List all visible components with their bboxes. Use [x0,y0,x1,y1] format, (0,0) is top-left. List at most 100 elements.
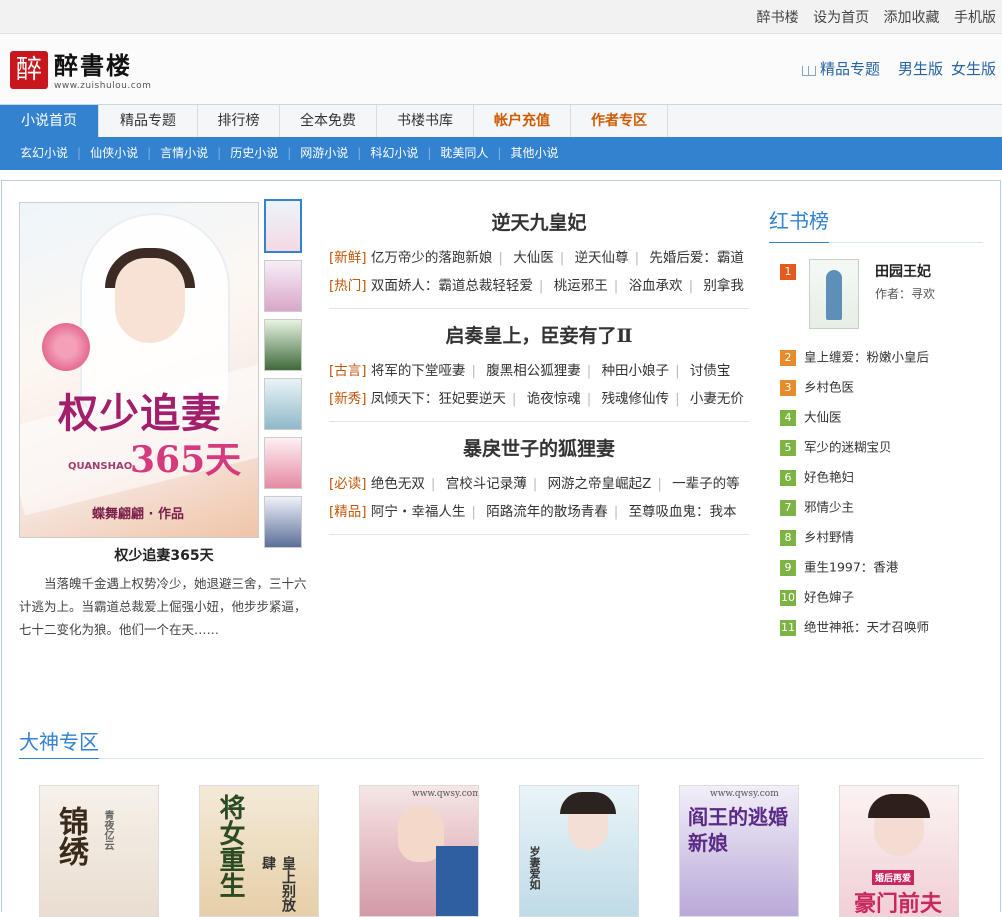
book-link[interactable]: 讨债宝 [690,363,731,379]
rank-number: 4 [780,409,796,426]
top-link-bookmark[interactable]: 添加收藏 [884,10,940,26]
book-cover[interactable]: 婚后再爱 豪门前夫 [839,785,959,917]
top-link-set-homepage[interactable]: 设为首页 [813,10,869,26]
ranking-item[interactable]: 7 邪情少主 [769,499,983,529]
ranking-item-name[interactable]: 好色婶子 [804,590,854,605]
ranking-top-author: 作者：寻欢 [875,287,936,301]
block-headline[interactable]: 暴戾世子的狐狸妻 [329,434,749,461]
ranking-item-name[interactable]: 好色艳妇 [804,470,854,485]
book-link[interactable]: 种田小娘子 [602,363,670,379]
tab-free-complete[interactable]: 全本免费 [280,105,377,137]
ranking-item-name[interactable]: 绝世神祇：天才召唤师 [804,620,929,635]
ranking-item[interactable]: 8 乡村野情 [769,529,983,559]
block-headline[interactable]: 启奏皇上，臣妾有了Ⅱ [329,321,749,348]
rank-number: 9 [780,559,796,576]
featured-title[interactable]: 权少追妻365天 [19,545,309,565]
book-link[interactable]: 网游之帝皇崛起Z [548,476,652,492]
tab-novel-home[interactable]: 小说首页 [0,105,99,137]
ranking-item[interactable]: 3 乡村色医 [769,379,983,409]
book-cover[interactable]: www.qwsy.com 阎王的逃婚新娘 [679,785,799,917]
ranking-item[interactable]: 4 大仙医 [769,409,983,439]
book-link[interactable]: 将军的下堂哑妻 [371,363,466,379]
ranking-item[interactable]: 10 好色婶子 [769,589,983,619]
book-link[interactable]: 阿宁・幸福人生 [371,504,466,520]
ranking-top-cover[interactable] [809,259,859,329]
genre-scifi[interactable]: 科幻小说 [370,137,418,169]
ranking-top-name[interactable]: 田园王妃 [875,261,931,281]
book-link[interactable]: 宫校斗记录薄 [446,476,527,492]
genre-game[interactable]: 网游小说 [300,137,348,169]
tab-special-topics[interactable]: 精品专题 [99,105,198,137]
special-topics-link[interactable]: 精品专题 [820,58,880,79]
tab-library[interactable]: 书楼书库 [377,105,474,137]
ranking-item-name[interactable]: 乡村色医 [804,380,854,395]
book-link[interactable]: 腹黑相公狐狸妻 [486,363,581,379]
ranking-item[interactable]: 5 军少的迷糊宝贝 [769,439,983,469]
thumbnail[interactable] [264,378,302,430]
block-headline[interactable]: 逆天九皇妃 [329,208,749,235]
top-link-home[interactable]: 醉书楼 [757,10,799,26]
book-link[interactable]: 别拿我 [703,278,744,294]
ranking-item-name[interactable]: 军少的迷糊宝贝 [804,440,892,455]
category-tag: [新鲜] [329,250,367,266]
ranking-item-name[interactable]: 乡村野情 [804,530,854,545]
book-cover[interactable]: 岁妻爱如 [519,785,639,917]
book-link[interactable]: 一辈子的等 [672,476,740,492]
recommend-block: 启奏皇上，臣妾有了Ⅱ [古言] 将军的下堂哑妻 | 腹黑相公狐狸妻 | 种田小娘子 |… [329,321,749,422]
thumbnail[interactable] [264,199,302,253]
genre-romance[interactable]: 言情小说 [160,137,208,169]
thumbnail[interactable] [264,260,302,312]
ranking-top-item[interactable]: 1 田园王妃 作者：寻欢 [769,259,983,335]
genre-history[interactable]: 历史小说 [230,137,278,169]
genre-danmei[interactable]: 耽美同人 [440,137,488,169]
top-link-mobile[interactable]: 手机版 [954,10,996,26]
ranking-item-name[interactable]: 皇上缠爱：粉嫩小皇后 [804,350,929,365]
book-link[interactable]: 小妻无价 [690,391,744,407]
book-link[interactable]: 凤倾天下：狂妃要逆天 [371,391,506,407]
genre-xuanhuan[interactable]: 玄幻小说 [20,137,68,169]
book-link[interactable]: 至尊吸血鬼：我本 [629,504,737,520]
book-cover-site: www.qwsy.com [710,789,779,799]
book-cover[interactable]: 锦绣 青夜亿云 [39,785,159,917]
ranking-item-name[interactable]: 大仙医 [804,410,842,425]
book-link[interactable]: 浴血承欢 [629,278,683,294]
genre-other[interactable]: 其他小说 [510,137,558,169]
book-link[interactable]: 绝色无双 [371,476,425,492]
book-cover[interactable]: 将女重生 皇上别放肆 [199,785,319,917]
book-link[interactable]: 残魂修仙传 [602,391,670,407]
book-link[interactable]: 大仙医 [513,250,554,266]
female-version-link[interactable]: 女生版 [951,58,996,79]
featured-cover-subtitle: 365天 [130,439,242,481]
book-link[interactable]: 陌路流年的散场青春 [486,504,608,520]
tab-rankings[interactable]: 排行榜 [198,105,280,137]
book-cover[interactable]: www.qwsy.com [359,785,479,917]
master-zone-header: 大神专区 [19,726,983,759]
thumbnail[interactable] [264,319,302,371]
thumbnail[interactable] [264,437,302,489]
recommend-line: [必读] 绝色无双 | 宫校斗记录薄 | 网游之帝皇崛起Z | 一辈子的等 [329,476,740,492]
tab-author-zone[interactable]: 作者专区 [571,105,668,137]
thumbnail[interactable] [264,496,302,548]
ranking-item[interactable]: 9 重生1997：香港 [769,559,983,589]
book-link[interactable]: 逆天仙尊 [575,250,629,266]
genre-nav: 玄幻小说 | 仙侠小说 | 言情小说 | 历史小说 | 网游小说 | 科幻小说 | 耽美同人… [0,137,1002,170]
male-version-link[interactable]: 男生版 [898,58,943,79]
book-link[interactable]: 双面娇人：霸道总裁轻轻爱 [371,278,533,294]
logo-name: 醉書楼 [54,51,132,80]
book-link[interactable]: 先婚后爱：霸道 [649,250,744,266]
ranking-item[interactable]: 2 皇上缠爱：粉嫩小皇后 [769,349,983,379]
ranking-item[interactable]: 6 好色艳妇 [769,469,983,499]
ranking-item[interactable]: 11 绝世神祇：天才召唤师 [769,619,983,649]
book-link[interactable]: 亿万帝少的落跑新娘 [371,250,493,266]
book-link[interactable]: 诡夜惊魂 [527,391,581,407]
tab-recharge[interactable]: 帐户充值 [474,105,571,137]
featured-cover[interactable]: 权少追妻 365天 QUANSHAO 蝶舞翩翩 · 作品 [19,202,259,538]
master-zone-title: 大神专区 [19,730,99,754]
rank-number: 11 [780,619,796,636]
book-link[interactable]: 桃运邪王 [554,278,608,294]
ranking-item-name[interactable]: 邪情少主 [804,500,854,515]
ranking-item-name[interactable]: 重生1997：香港 [804,560,898,575]
rank-number: 10 [780,589,796,606]
genre-xianxia[interactable]: 仙侠小说 [90,137,138,169]
site-logo[interactable]: 醉 醉書楼 www.zuishulou.com [10,51,151,91]
